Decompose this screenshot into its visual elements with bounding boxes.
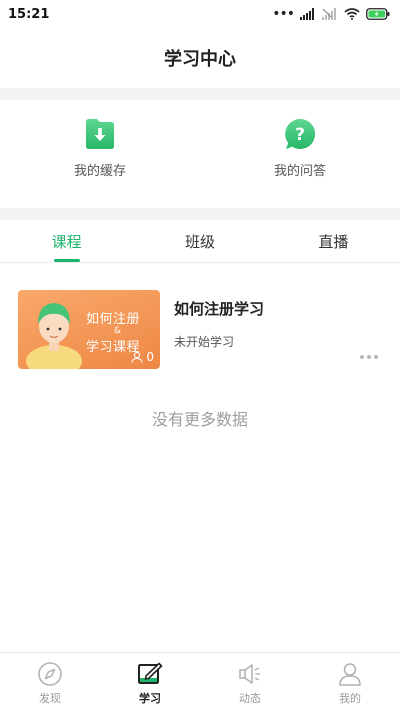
list-end-message: 没有更多数据 — [151, 410, 248, 429]
tab-label: 直播 — [318, 232, 349, 251]
status-bar: 15:21 ••• — [0, 0, 400, 28]
tab-label: 动态 — [239, 692, 261, 705]
compass-icon — [38, 662, 62, 686]
course-status: 未开始学习 — [174, 335, 235, 349]
signal-icon — [300, 8, 314, 20]
tab-label: 课程 — [51, 232, 82, 251]
quick-links: 我的缓存 ? 我的问答 — [0, 100, 400, 208]
quick-link-label: 我的问答 — [273, 164, 326, 179]
tab-label: 发现 — [39, 692, 61, 705]
tab-discover[interactable]: 发现 — [0, 653, 100, 711]
download-folder-icon — [86, 119, 114, 149]
course-info: 如何注册学习 未开始学习 — [174, 290, 382, 370]
course-thumbnail: 如何注册 & 学习课程 0 — [18, 290, 160, 369]
tab-label: 班级 — [184, 232, 215, 251]
quick-link-label: 我的缓存 — [73, 164, 126, 179]
cartoon-avatar-illustration — [26, 303, 82, 369]
tab-bar-top: 课程 班级 直播 — [0, 220, 400, 263]
tab-classes[interactable]: 班级 — [133, 220, 266, 262]
tab-label: 我的 — [339, 692, 361, 705]
course-title: 如何注册学习 — [174, 300, 265, 318]
learner-count-value: 0 — [146, 350, 154, 364]
header: 学习中心 — [0, 28, 400, 88]
tab-mine[interactable]: 我的 — [300, 653, 400, 711]
thumbnail-caption-line1: 如何注册 — [86, 312, 141, 327]
dot — [374, 355, 378, 359]
tab-live[interactable]: 直播 — [267, 220, 400, 262]
user-icon — [131, 351, 143, 363]
page-title: 学习中心 — [164, 49, 236, 70]
person-icon — [339, 663, 361, 686]
tab-study[interactable]: 学习 — [100, 653, 200, 711]
course-list-item[interactable]: 如何注册 & 学习课程 0 如何注册学习 未开始学习 — [18, 290, 382, 370]
thumbnail-caption-amp: & — [114, 326, 122, 336]
battery-charging-icon — [366, 8, 390, 20]
tab-label: 学习 — [139, 692, 161, 705]
tab-courses[interactable]: 课程 — [0, 220, 133, 262]
quick-link-my-qa[interactable]: ? 我的问答 — [200, 100, 400, 208]
svg-text:?: ? — [295, 125, 305, 145]
notification-dots-icon: ••• — [272, 6, 295, 22]
dot — [367, 355, 371, 359]
question-bubble-icon: ? — [285, 118, 316, 149]
section-divider — [0, 88, 400, 100]
learner-count: 0 — [131, 350, 154, 364]
more-options-icon[interactable] — [360, 355, 378, 359]
status-icons: ••• — [272, 6, 390, 22]
bottom-tab-bar: 发现 学习 动态 我的 — [0, 652, 400, 711]
signal-no-sim-icon — [322, 8, 336, 20]
tab-activity[interactable]: 动态 — [200, 653, 300, 711]
dot — [360, 355, 364, 359]
study-pen-icon — [138, 662, 163, 684]
quick-link-my-cache[interactable]: 我的缓存 — [0, 100, 200, 208]
section-divider — [0, 208, 400, 220]
speaker-icon — [239, 664, 260, 684]
wifi-icon — [344, 8, 360, 20]
tab-active-indicator — [53, 259, 80, 262]
status-time: 15:21 — [8, 6, 50, 22]
